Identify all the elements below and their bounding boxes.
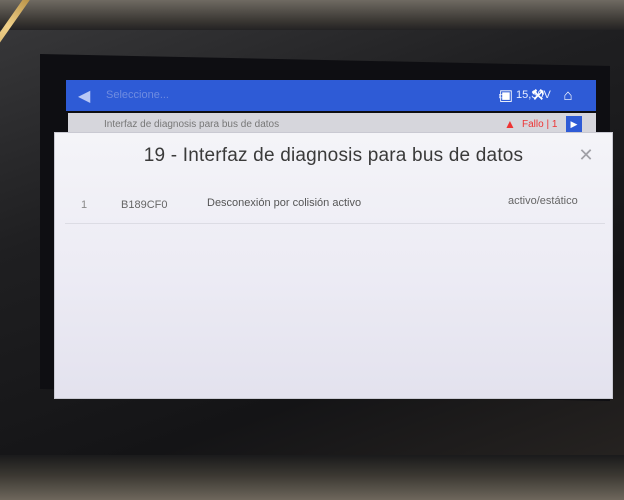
home-icon[interactable]: ⌂	[558, 85, 578, 105]
table-row[interactable]: 1 B189CF0 Desconexión por colisión activ…	[65, 185, 605, 224]
warning-icon: ▲	[504, 117, 516, 131]
dialog-title: 19 - Interfaz de diagnosis para bus de d…	[143, 145, 524, 166]
play-icon[interactable]: ▶	[566, 116, 582, 132]
fault-count[interactable]: Fallo | 1	[522, 119, 557, 130]
row-index: 1	[81, 199, 88, 211]
close-icon[interactable]: ✕	[575, 144, 597, 166]
report-icon[interactable]: ▣	[496, 85, 516, 105]
fault-description: Desconexión por colisión activo	[207, 197, 362, 209]
fault-code: B189CF0	[121, 199, 168, 211]
device-bezel-top	[0, 0, 624, 30]
app-header: ◀ Seleccione... ▭ 15,30V ▣ ⚒ ⌂	[66, 80, 596, 111]
back-arrow-icon[interactable]: ◀	[78, 86, 90, 106]
header-title: Seleccione...	[106, 89, 169, 101]
device-bezel-bottom	[0, 455, 624, 500]
car-tool-icon[interactable]: ⚒	[528, 85, 548, 105]
subheader-title: Interfaz de diagnosis para bus de datos	[104, 119, 280, 130]
dtc-dialog: 19 - Interfaz de diagnosis para bus de d…	[55, 133, 612, 398]
fault-status: activo/estático	[508, 195, 578, 207]
